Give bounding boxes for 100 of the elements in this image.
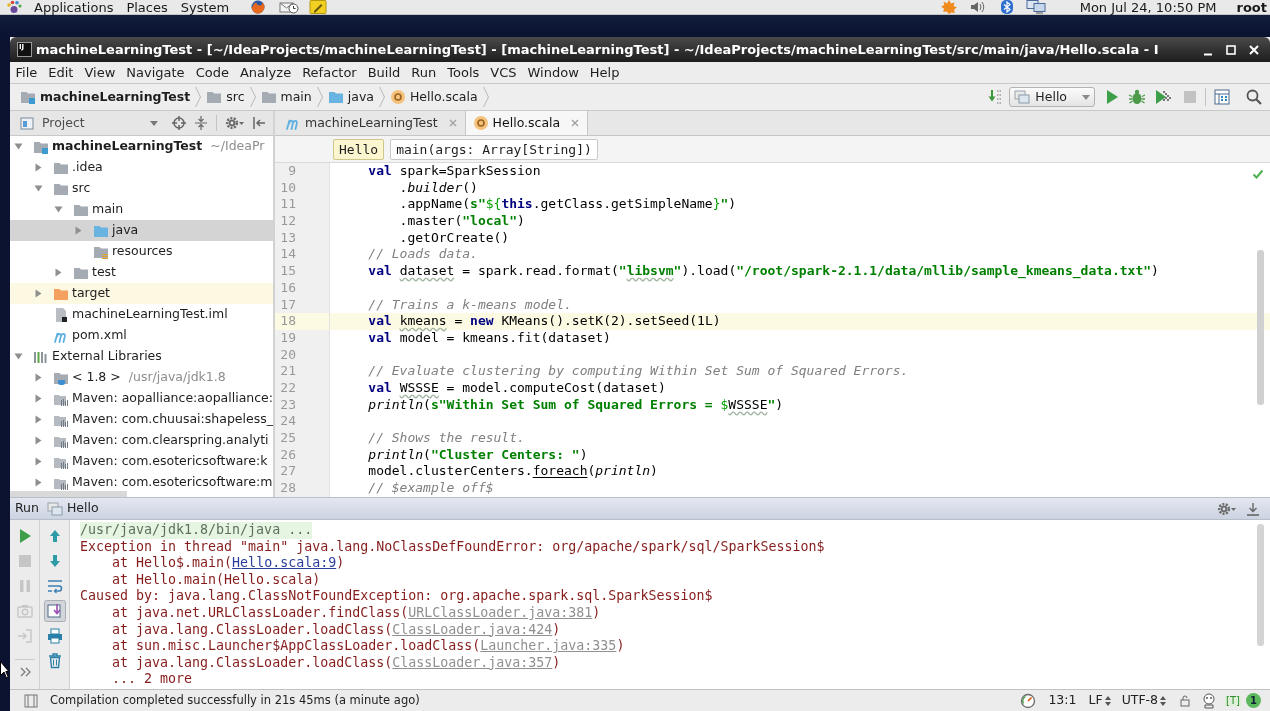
tree-item[interactable]: pom.xml	[10, 325, 273, 346]
menu-item[interactable]: Tools	[441, 62, 485, 83]
down-arrow-box-icon[interactable]	[43, 600, 66, 622]
caret-right-icon[interactable]	[34, 373, 43, 382]
breadcrumb-item[interactable]: java	[327, 84, 374, 110]
bluetooth-icon[interactable]	[999, 0, 1014, 14]
star-burst-icon[interactable]	[939, 0, 958, 14]
collapse-arrows-icon[interactable]	[194, 116, 208, 130]
run-config-dropdown[interactable]: Hello	[1009, 87, 1095, 107]
scrollbar-thumb[interactable]	[1257, 250, 1264, 405]
user-menu[interactable]: root	[1236, 0, 1267, 14]
tree-item[interactable]: resources	[10, 241, 273, 262]
tree-item[interactable]: Maven: aopalliance:aopalliance:	[10, 388, 273, 409]
menu-item[interactable]: Run	[405, 62, 442, 83]
menu-item[interactable]: View	[78, 62, 121, 83]
clock[interactable]: Mon Jul 24, 10:50 PM	[1079, 0, 1217, 14]
tree-item[interactable]: External Libraries	[10, 346, 273, 367]
caret-right-icon[interactable]	[74, 226, 83, 235]
editor-tab[interactable]: machineLearningTest	[278, 111, 465, 135]
play-checkered-icon[interactable]	[1154, 89, 1172, 105]
bug-icon[interactable]	[1128, 89, 1146, 105]
tree-item[interactable]: machineLearningTest ~/IdeaPr	[10, 136, 273, 157]
caret-right-icon[interactable]	[34, 478, 43, 487]
code-breadcrumb[interactable]: main(args: Array[String])	[390, 138, 598, 160]
line-number: 20	[279, 346, 297, 364]
run-tab[interactable]: Hello	[46, 499, 99, 518]
status-message: Compilation completed successfully in 21s 45ms (a minute ago)	[50, 691, 420, 709]
menu-item[interactable]: File	[10, 62, 43, 83]
menu-item[interactable]: Navigate	[120, 62, 191, 83]
crosshair-icon[interactable]	[172, 116, 186, 130]
arrow-left-bar-icon[interactable]	[252, 116, 266, 130]
panel-menu[interactable]: Applications	[34, 0, 114, 14]
arrow-down-dots-icon[interactable]	[987, 89, 1004, 105]
search-icon[interactable]	[1246, 89, 1262, 105]
caret-position[interactable]: 13:1	[1048, 691, 1077, 710]
menu-item[interactable]: Code	[190, 62, 235, 83]
menu-item[interactable]: Analyze	[234, 62, 297, 83]
gear-icon[interactable]	[1217, 501, 1237, 516]
caret-right-icon[interactable]	[34, 163, 43, 172]
monitors-icon[interactable]	[1025, 0, 1046, 14]
paw-icon[interactable]	[6, 0, 22, 14]
menu-item[interactable]: Window	[522, 62, 585, 83]
line-separator-selector[interactable]: LF	[1088, 691, 1111, 710]
tree-item[interactable]: machineLearningTest.iml	[10, 304, 273, 325]
console-line: Caused by: java.lang.ClassNotFoundException: org.apache.spark.sql.SparkSession$	[80, 588, 713, 605]
source-link[interactable]: Hello.scala:9	[232, 555, 337, 571]
panel-menu[interactable]: Places	[126, 0, 168, 14]
tree-item[interactable]: Maven: com.clearspring.analyti	[10, 430, 273, 451]
gear-icon[interactable]	[225, 116, 245, 130]
tree-item[interactable]: < 1.8 > /usr/java/jdk1.8	[10, 367, 273, 388]
code-line: val dataset = spark.read.format("libsvm").load("/root/spark-2.1.1/data/mllib/sample_kmeans_data.txt")	[367, 263, 1159, 280]
grid-window-icon[interactable]	[1214, 89, 1230, 105]
menu-item[interactable]: Refactor	[296, 62, 363, 83]
status-indicator[interactable]: [T]	[1225, 695, 1241, 706]
caret-down-icon[interactable]	[54, 205, 63, 214]
caret-down-icon[interactable]	[34, 184, 43, 193]
tree-item[interactable]: java	[10, 220, 273, 241]
scrollbar-thumb[interactable]	[10, 491, 127, 497]
console-line: at java.lang.ClassLoader.loadClass(ClassLoader.java:357)	[111, 654, 561, 672]
encoding-selector[interactable]: UTF-8	[1121, 691, 1167, 710]
code-line: // Loads data.	[367, 246, 478, 264]
tree-item[interactable]: target	[10, 283, 273, 304]
tree-item[interactable]: test	[10, 262, 273, 283]
caret-down-icon[interactable]	[14, 352, 23, 361]
tree-item[interactable]: Maven: com.esotericsoftware:m	[10, 472, 273, 493]
panel-menu[interactable]: System	[180, 0, 230, 14]
breadcrumb-item[interactable]: main	[260, 84, 312, 110]
breadcrumb-item[interactable]: machineLearningTest	[20, 84, 191, 110]
caret-right-icon[interactable]	[34, 394, 43, 403]
maximize-icon[interactable]	[1225, 43, 1237, 56]
menu-item[interactable]: VCS	[484, 62, 523, 83]
gauge-icon[interactable]	[1020, 692, 1037, 709]
editor-tab[interactable]: Hello.scala	[464, 111, 589, 135]
caret-down-icon[interactable]	[14, 142, 23, 151]
notification-badge[interactable]: 1	[1246, 693, 1261, 708]
frame-icon[interactable]	[24, 693, 38, 708]
breadcrumb-item[interactable]: src	[206, 84, 245, 110]
caret-right-icon[interactable]	[34, 436, 43, 445]
padlock-icon[interactable]	[1180, 694, 1191, 707]
mail-clock-icon[interactable]	[279, 0, 300, 14]
menu-item[interactable]: Build	[362, 62, 406, 83]
caret-right-icon[interactable]	[34, 415, 43, 424]
tree-item[interactable]: Maven: com.chuusai:shapeless_	[10, 409, 273, 430]
menu-item[interactable]: Edit	[42, 62, 79, 83]
menu-item[interactable]: Help	[584, 62, 625, 83]
breadcrumb-item[interactable]: Hello.scala	[389, 84, 478, 110]
tree-item[interactable]: main	[10, 199, 273, 220]
scrollbar-thumb[interactable]	[1257, 524, 1264, 646]
caret-right-icon[interactable]	[34, 289, 43, 298]
tree-item[interactable]: Maven: com.esotericsoftware:k	[10, 451, 273, 472]
tree-item[interactable]: .idea	[10, 157, 273, 178]
head-icon[interactable]	[1202, 692, 1217, 709]
speaker-icon[interactable]	[969, 0, 986, 14]
code-breadcrumb[interactable]: Hello	[333, 138, 385, 160]
tree-item[interactable]: src	[10, 178, 273, 199]
caret-right-icon[interactable]	[54, 268, 63, 277]
play-icon[interactable]	[1105, 89, 1119, 105]
notepad-icon[interactable]	[309, 0, 328, 14]
arrow-down-bar-icon[interactable]	[1246, 501, 1260, 516]
caret-right-icon[interactable]	[34, 457, 43, 466]
